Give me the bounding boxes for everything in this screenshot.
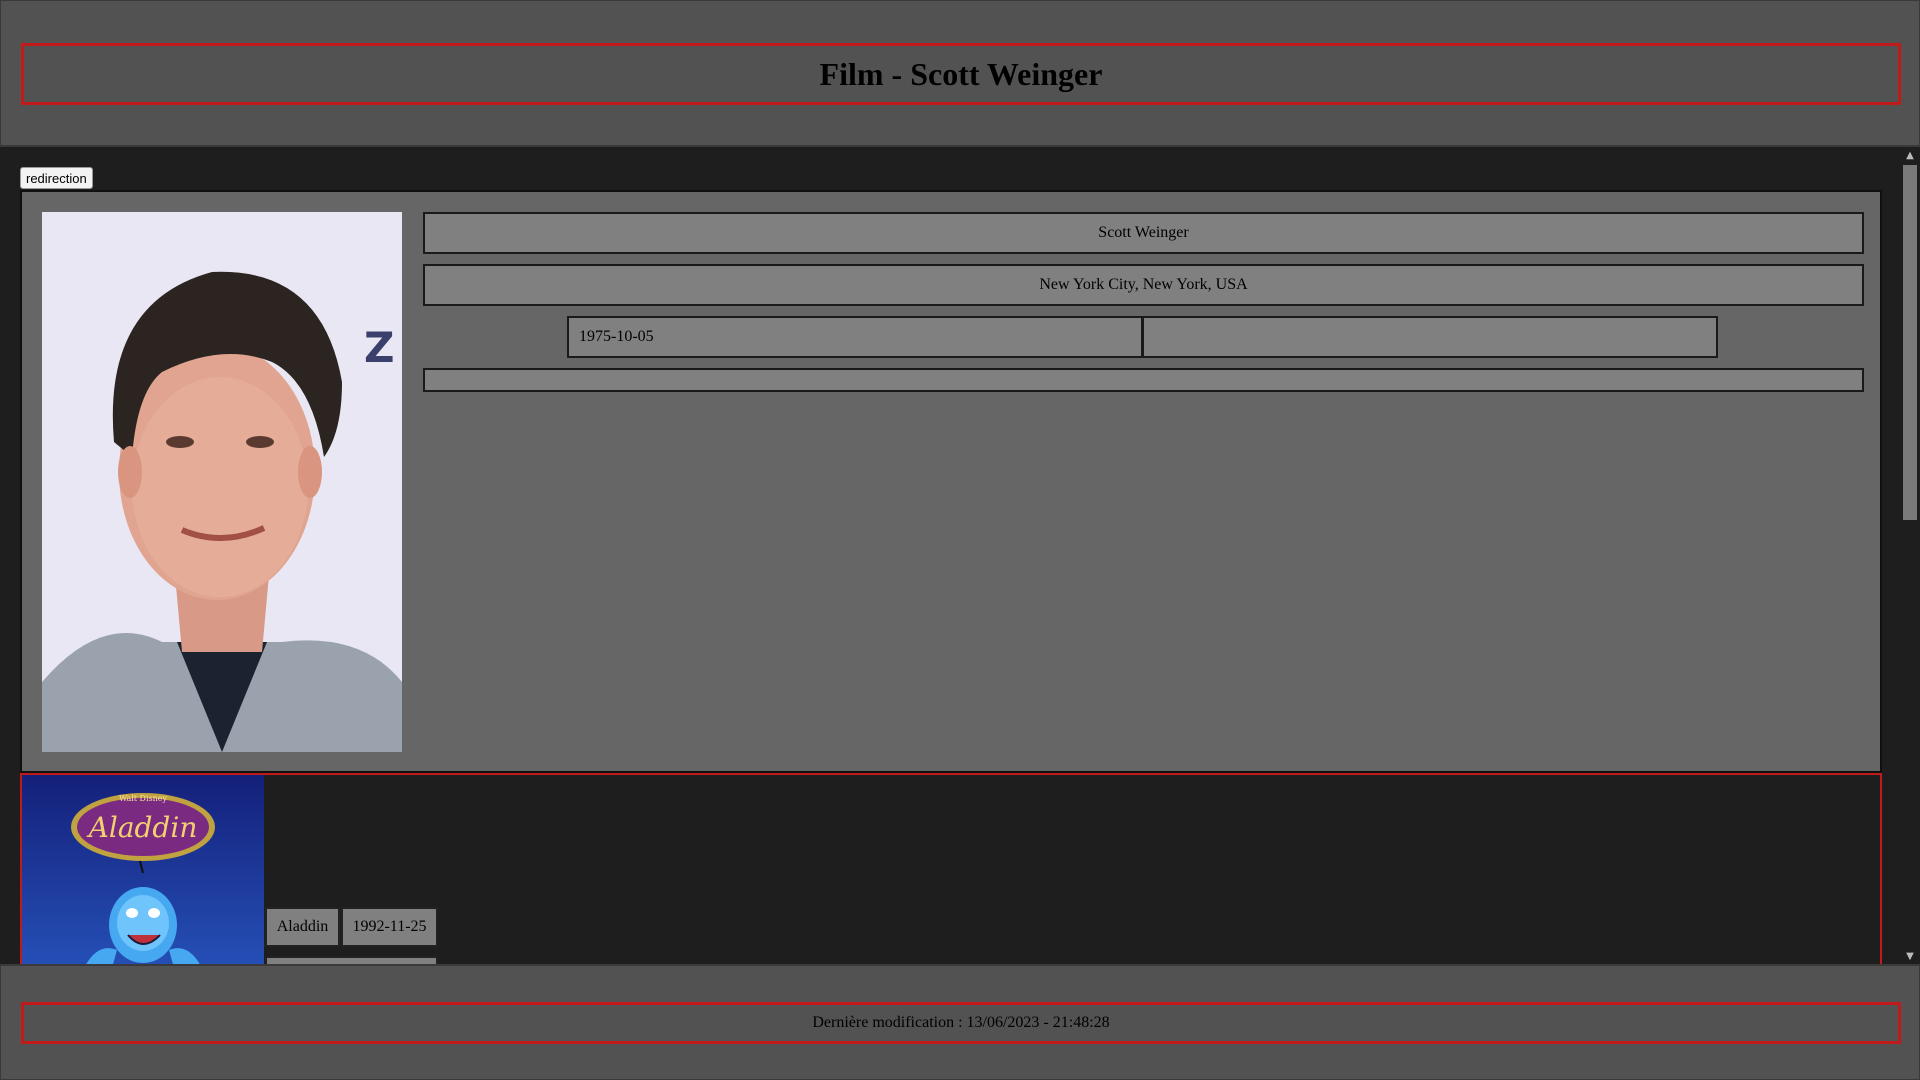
scrollbar-thumb[interactable]	[1903, 165, 1917, 520]
page-header: Film - Scott Weinger	[0, 0, 1920, 147]
film-row-next	[265, 956, 438, 964]
film-poster[interactable]: Walt Disney Aladdin	[22, 775, 264, 964]
poster-image: Walt Disney Aladdin	[22, 775, 264, 964]
poster-brand-text: Walt Disney	[119, 794, 168, 803]
last-modified-text: Dernière modification : 13/06/2023 - 21:…	[812, 1014, 1110, 1031]
film-date-cell: 1992-11-25	[341, 907, 438, 947]
person-name-field: Scott Weinger	[423, 212, 1864, 254]
header-frame: Film - Scott Weinger	[21, 43, 1901, 105]
poster-title-text: Aladdin	[86, 811, 198, 844]
page-title: Film - Scott Weinger	[819, 55, 1103, 92]
vertical-scrollbar[interactable]: ▲ ▼	[1900, 147, 1920, 964]
birth-date-field: 1975-10-05	[567, 316, 1143, 358]
portrait-image: Z	[42, 212, 402, 752]
svg-text:Z: Z	[364, 323, 394, 372]
filmography-section: Walt Disney Aladdin Aladdin 1992-11-25	[20, 773, 1882, 964]
person-card: Z Scott Weinger New York City, New York,…	[20, 190, 1882, 773]
birthplace-field: New York City, New York, USA	[423, 264, 1864, 306]
redirection-button[interactable]: redirection	[20, 167, 93, 189]
footer-frame: Dernière modification : 13/06/2023 - 21:…	[21, 1002, 1901, 1044]
film-title-cell[interactable]: Aladdin	[265, 907, 340, 947]
page-footer: Dernière modification : 13/06/2023 - 21:…	[0, 964, 1920, 1080]
biography-field	[423, 368, 1864, 392]
main-content: redirection Z Scott Weinger New York Cit…	[0, 147, 1900, 964]
chevron-up-icon[interactable]: ▲	[1900, 147, 1920, 163]
chevron-down-icon[interactable]: ▼	[1900, 948, 1920, 964]
portrait-photo: Z	[42, 212, 402, 752]
death-date-field	[1142, 316, 1718, 358]
